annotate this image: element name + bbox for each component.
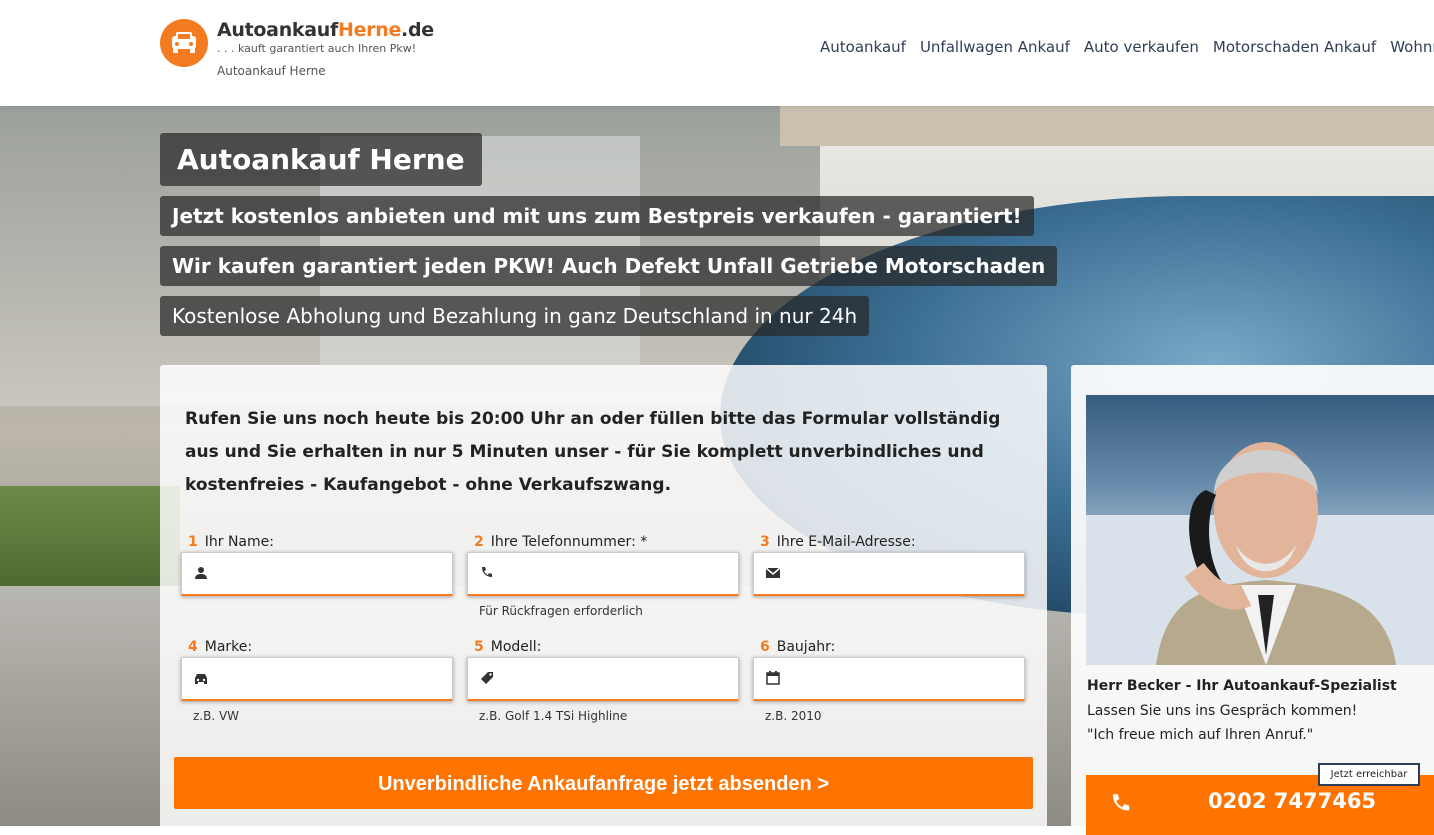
form-intro: Rufen Sie uns noch heute bis 20:00 Uhr a…: [185, 409, 1001, 495]
main-nav: Autoankauf Unfallwagen Ankauf Auto verka…: [820, 38, 1434, 56]
year-input[interactable]: [753, 657, 1025, 701]
nav-unfallwagen-ankauf[interactable]: Unfallwagen Ankauf: [920, 38, 1070, 56]
brand-hint: z.B. VW: [193, 709, 240, 723]
field-year: 6 Baujahr: z.B. 2010: [753, 637, 1025, 723]
field-name: 1 Ihr Name:: [181, 532, 453, 596]
year-hint: z.B. 2010: [765, 709, 822, 723]
availability-badge: Jetzt erreichbar: [1318, 763, 1420, 786]
logo-tagline: . . . kauft garantiert auch Ihren Pkw!: [217, 42, 417, 55]
site-header: AutoankaufHerne.de . . . kauft garantier…: [0, 0, 1434, 106]
field-phone: 2 Ihre Telefonnummer: * Für Rückfragen er…: [467, 532, 739, 618]
field-model: 5 Modell: z.B. Golf 1.4 TSi Highline: [467, 637, 739, 723]
nav-auto-verkaufen[interactable]: Auto verkaufen: [1084, 38, 1199, 56]
bg-roof: [780, 106, 1434, 146]
phone-icon: [1112, 794, 1130, 811]
bg-grass: [0, 486, 180, 586]
contact-card: Herr Becker - Ihr Autoankauf-Spezialist …: [1071, 365, 1434, 835]
name-input[interactable]: [181, 552, 453, 596]
phone-hint: Für Rückfragen erforderlich: [479, 604, 643, 618]
envelope-icon: [765, 567, 781, 578]
hero-line-1: Jetzt kostenlos anbieten und mit uns zum…: [160, 196, 1034, 236]
field-brand: 4 Marke: z.B. VW: [181, 637, 453, 723]
phone-input[interactable]: [467, 552, 739, 596]
nav-wohnmobil[interactable]: Wohnmob: [1390, 38, 1434, 56]
hero-line-3: Kostenlose Abholung und Bezahlung in gan…: [160, 296, 870, 336]
brand-input[interactable]: [181, 657, 453, 701]
submit-button[interactable]: Unverbindliche Ankaufanfrage jetzt absen…: [174, 757, 1033, 809]
email-input[interactable]: [753, 552, 1025, 596]
model-hint: z.B. Golf 1.4 TSi Highline: [479, 709, 628, 723]
field-email: 3 Ihre E-Mail-Adresse:: [753, 532, 1025, 596]
contact-line-2: "Ich freue mich auf Ihren Anruf.": [1087, 727, 1314, 743]
nav-autoankauf[interactable]: Autoankauf: [820, 38, 906, 56]
car-logo-icon: [160, 19, 208, 67]
contact-photo: [1086, 395, 1434, 665]
contact-line-1: Lassen Sie uns ins Gespräch kommen!: [1087, 703, 1358, 719]
tag-icon: [481, 672, 493, 684]
hero-title: Autoankauf Herne: [160, 133, 482, 186]
car-icon: [195, 674, 207, 684]
calendar-icon: [766, 671, 780, 685]
nav-motorschaden-ankauf[interactable]: Motorschaden Ankauf: [1213, 38, 1376, 56]
logo-subtitle: Autoankauf Herne: [217, 64, 326, 78]
model-input[interactable]: [467, 657, 739, 701]
phone-number: 0202 7477465: [1208, 789, 1377, 813]
phone-icon: [482, 567, 492, 577]
logo-title: AutoankaufHerne.de: [217, 19, 434, 41]
hero-line-2: Wir kaufen garantiert jeden PKW! Auch De…: [160, 246, 1058, 286]
inquiry-form: Rufen Sie uns noch heute bis 20:00 Uhr a…: [160, 365, 1047, 835]
user-icon: [195, 567, 207, 579]
contact-name: Herr Becker - Ihr Autoankauf-Spezialist: [1087, 678, 1397, 694]
logo[interactable]: AutoankaufHerne.de . . . kauft garantier…: [160, 19, 434, 78]
